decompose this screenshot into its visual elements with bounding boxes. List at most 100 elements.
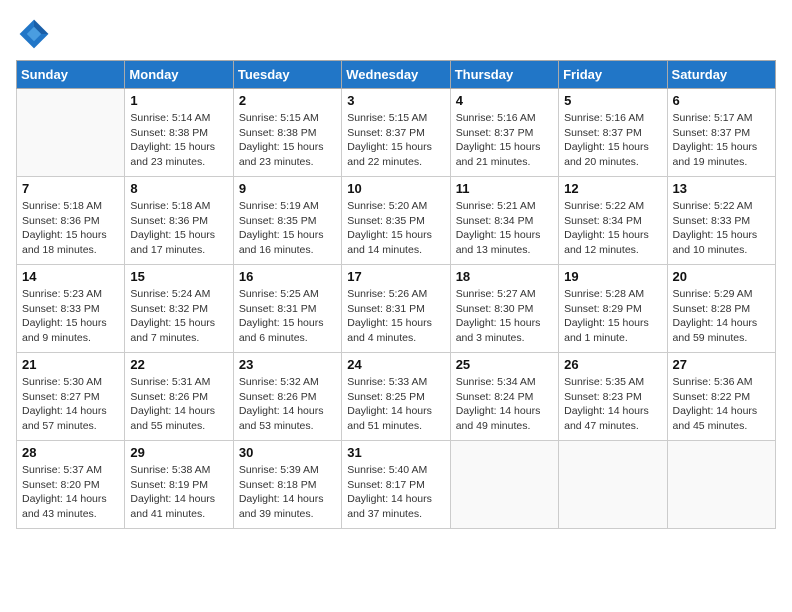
day-number: 3 (347, 93, 444, 108)
calendar-cell: 30 Sunrise: 5:39 AMSunset: 8:18 PMDayligh… (233, 441, 341, 529)
calendar-cell: 3 Sunrise: 5:15 AMSunset: 8:37 PMDaylight… (342, 89, 450, 177)
day-number: 16 (239, 269, 336, 284)
calendar-cell: 10 Sunrise: 5:20 AMSunset: 8:35 PMDayligh… (342, 177, 450, 265)
day-info: Sunrise: 5:31 AMSunset: 8:26 PMDaylight:… (130, 375, 227, 434)
day-info: Sunrise: 5:16 AMSunset: 8:37 PMDaylight:… (564, 111, 661, 170)
day-info: Sunrise: 5:19 AMSunset: 8:35 PMDaylight:… (239, 199, 336, 258)
calendar-header-thursday: Thursday (450, 61, 558, 89)
day-info: Sunrise: 5:26 AMSunset: 8:31 PMDaylight:… (347, 287, 444, 346)
calendar-cell: 8 Sunrise: 5:18 AMSunset: 8:36 PMDaylight… (125, 177, 233, 265)
calendar-cell: 22 Sunrise: 5:31 AMSunset: 8:26 PMDayligh… (125, 353, 233, 441)
day-number: 15 (130, 269, 227, 284)
day-info: Sunrise: 5:14 AMSunset: 8:38 PMDaylight:… (130, 111, 227, 170)
calendar-cell: 20 Sunrise: 5:29 AMSunset: 8:28 PMDayligh… (667, 265, 775, 353)
calendar-cell: 14 Sunrise: 5:23 AMSunset: 8:33 PMDayligh… (17, 265, 125, 353)
calendar-header-row: SundayMondayTuesdayWednesdayThursdayFrid… (17, 61, 776, 89)
day-number: 24 (347, 357, 444, 372)
day-info: Sunrise: 5:23 AMSunset: 8:33 PMDaylight:… (22, 287, 119, 346)
day-number: 6 (673, 93, 770, 108)
calendar-cell (450, 441, 558, 529)
day-info: Sunrise: 5:17 AMSunset: 8:37 PMDaylight:… (673, 111, 770, 170)
day-number: 26 (564, 357, 661, 372)
calendar-cell: 2Sunrise: 5:15 AMSunset: 8:38 PMDaylight… (233, 89, 341, 177)
calendar-cell: 15 Sunrise: 5:24 AMSunset: 8:32 PMDayligh… (125, 265, 233, 353)
calendar-table: SundayMondayTuesdayWednesdayThursdayFrid… (16, 60, 776, 529)
day-number: 21 (22, 357, 119, 372)
calendar-week-5: 28Sunrise: 5:37 AMSunset: 8:20 PMDayligh… (17, 441, 776, 529)
day-info: Sunrise: 5:30 AMSunset: 8:27 PMDaylight:… (22, 375, 119, 434)
calendar-cell: 26 Sunrise: 5:35 AMSunset: 8:23 PMDayligh… (559, 353, 667, 441)
calendar-cell: 29Sunrise: 5:38 AMSunset: 8:19 PMDayligh… (125, 441, 233, 529)
day-info: Sunrise: 5:21 AMSunset: 8:34 PMDaylight:… (456, 199, 553, 258)
calendar-cell: 23 Sunrise: 5:32 AMSunset: 8:26 PMDayligh… (233, 353, 341, 441)
day-number: 7 (22, 181, 119, 196)
calendar-cell: 25 Sunrise: 5:34 AMSunset: 8:24 PMDayligh… (450, 353, 558, 441)
calendar-cell: 13 Sunrise: 5:22 AMSunset: 8:33 PMDayligh… (667, 177, 775, 265)
day-number: 27 (673, 357, 770, 372)
calendar-header-saturday: Saturday (667, 61, 775, 89)
calendar-week-4: 21 Sunrise: 5:30 AMSunset: 8:27 PMDayligh… (17, 353, 776, 441)
day-number: 4 (456, 93, 553, 108)
calendar-header-wednesday: Wednesday (342, 61, 450, 89)
calendar-cell: 11 Sunrise: 5:21 AMSunset: 8:34 PMDayligh… (450, 177, 558, 265)
day-info: Sunrise: 5:15 AMSunset: 8:38 PMDaylight:… (239, 111, 336, 170)
calendar-header-monday: Monday (125, 61, 233, 89)
day-info: Sunrise: 5:18 AMSunset: 8:36 PMDaylight:… (22, 199, 119, 258)
day-info: Sunrise: 5:16 AMSunset: 8:37 PMDaylight:… (456, 111, 553, 170)
calendar-cell: 28Sunrise: 5:37 AMSunset: 8:20 PMDayligh… (17, 441, 125, 529)
calendar-cell: 18 Sunrise: 5:27 AMSunset: 8:30 PMDayligh… (450, 265, 558, 353)
day-info: Sunrise: 5:24 AMSunset: 8:32 PMDaylight:… (130, 287, 227, 346)
calendar-cell: 9Sunrise: 5:19 AMSunset: 8:35 PMDaylight… (233, 177, 341, 265)
calendar-header-friday: Friday (559, 61, 667, 89)
day-info: Sunrise: 5:39 AMSunset: 8:18 PMDaylight:… (239, 463, 336, 522)
day-info: Sunrise: 5:29 AMSunset: 8:28 PMDaylight:… (673, 287, 770, 346)
day-number: 10 (347, 181, 444, 196)
day-number: 25 (456, 357, 553, 372)
day-number: 17 (347, 269, 444, 284)
calendar-cell: 21 Sunrise: 5:30 AMSunset: 8:27 PMDayligh… (17, 353, 125, 441)
day-number: 18 (456, 269, 553, 284)
calendar-cell (667, 441, 775, 529)
day-info: Sunrise: 5:34 AMSunset: 8:24 PMDaylight:… (456, 375, 553, 434)
day-info: Sunrise: 5:18 AMSunset: 8:36 PMDaylight:… (130, 199, 227, 258)
day-number: 20 (673, 269, 770, 284)
calendar-header-tuesday: Tuesday (233, 61, 341, 89)
day-info: Sunrise: 5:40 AMSunset: 8:17 PMDaylight:… (347, 463, 444, 522)
day-info: Sunrise: 5:15 AMSunset: 8:37 PMDaylight:… (347, 111, 444, 170)
calendar-cell: 27 Sunrise: 5:36 AMSunset: 8:22 PMDayligh… (667, 353, 775, 441)
day-info: Sunrise: 5:35 AMSunset: 8:23 PMDaylight:… (564, 375, 661, 434)
day-number: 11 (456, 181, 553, 196)
day-info: Sunrise: 5:22 AMSunset: 8:34 PMDaylight:… (564, 199, 661, 258)
day-number: 23 (239, 357, 336, 372)
day-info: Sunrise: 5:28 AMSunset: 8:29 PMDaylight:… (564, 287, 661, 346)
calendar-cell: 31 Sunrise: 5:40 AMSunset: 8:17 PMDayligh… (342, 441, 450, 529)
calendar-cell: 12Sunrise: 5:22 AMSunset: 8:34 PMDayligh… (559, 177, 667, 265)
calendar-week-3: 14 Sunrise: 5:23 AMSunset: 8:33 PMDayligh… (17, 265, 776, 353)
day-number: 1 (130, 93, 227, 108)
day-number: 13 (673, 181, 770, 196)
calendar-cell: 16 Sunrise: 5:25 AMSunset: 8:31 PMDayligh… (233, 265, 341, 353)
logo-icon (16, 16, 52, 52)
day-info: Sunrise: 5:20 AMSunset: 8:35 PMDaylight:… (347, 199, 444, 258)
calendar-cell: 17 Sunrise: 5:26 AMSunset: 8:31 PMDayligh… (342, 265, 450, 353)
calendar-week-1: 1 Sunrise: 5:14 AMSunset: 8:38 PMDaylight… (17, 89, 776, 177)
day-info: Sunrise: 5:22 AMSunset: 8:33 PMDaylight:… (673, 199, 770, 258)
day-number: 5 (564, 93, 661, 108)
day-number: 19 (564, 269, 661, 284)
day-number: 28 (22, 445, 119, 460)
day-number: 30 (239, 445, 336, 460)
day-info: Sunrise: 5:38 AMSunset: 8:19 PMDaylight:… (130, 463, 227, 522)
day-info: Sunrise: 5:32 AMSunset: 8:26 PMDaylight:… (239, 375, 336, 434)
calendar-week-2: 7 Sunrise: 5:18 AMSunset: 8:36 PMDaylight… (17, 177, 776, 265)
day-info: Sunrise: 5:27 AMSunset: 8:30 PMDaylight:… (456, 287, 553, 346)
day-number: 31 (347, 445, 444, 460)
day-number: 14 (22, 269, 119, 284)
day-number: 8 (130, 181, 227, 196)
day-info: Sunrise: 5:36 AMSunset: 8:22 PMDaylight:… (673, 375, 770, 434)
logo (16, 16, 56, 52)
day-info: Sunrise: 5:33 AMSunset: 8:25 PMDaylight:… (347, 375, 444, 434)
page-header (16, 16, 776, 52)
day-info: Sunrise: 5:25 AMSunset: 8:31 PMDaylight:… (239, 287, 336, 346)
calendar-cell (17, 89, 125, 177)
day-number: 22 (130, 357, 227, 372)
